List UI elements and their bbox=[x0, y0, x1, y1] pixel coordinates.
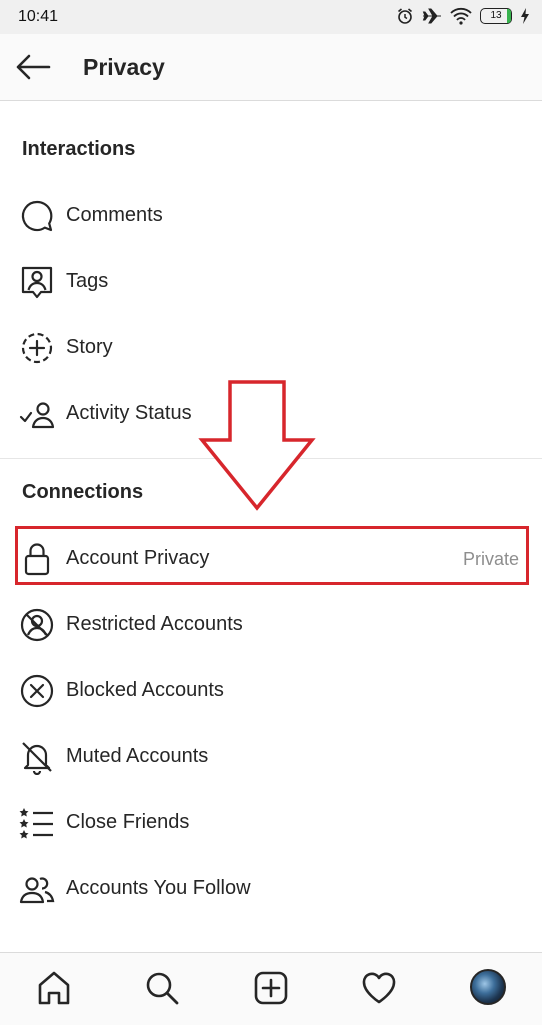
menu-item-restricted-accounts[interactable]: Restricted Accounts bbox=[0, 594, 542, 654]
battery-icon: 13 bbox=[480, 8, 512, 24]
highlight-box bbox=[15, 526, 529, 585]
menu-item-label: Activity Status bbox=[66, 402, 192, 424]
status-bar: 10:41 13 bbox=[0, 0, 542, 34]
menu-item-muted-accounts[interactable]: Muted Accounts bbox=[0, 726, 542, 786]
menu-item-label: Muted Accounts bbox=[66, 745, 209, 767]
section-title-connections: Connections bbox=[22, 481, 144, 503]
new-post-icon[interactable] bbox=[252, 969, 290, 1007]
menu-item-label: Tags bbox=[66, 270, 109, 292]
blocked-icon bbox=[19, 673, 55, 709]
menu-item-accounts-you-follow[interactable]: Accounts You Follow bbox=[0, 858, 542, 918]
alarm-icon bbox=[396, 7, 414, 25]
airplane-icon bbox=[422, 7, 442, 25]
wifi-icon bbox=[450, 7, 472, 25]
menu-item-label: Restricted Accounts bbox=[66, 613, 243, 635]
following-icon bbox=[19, 871, 55, 907]
menu-item-label: Accounts You Follow bbox=[66, 877, 251, 899]
status-time: 10:41 bbox=[18, 8, 59, 25]
activity-status-icon bbox=[19, 396, 55, 432]
search-icon[interactable] bbox=[143, 969, 181, 1007]
menu-item-close-friends[interactable]: Close Friends bbox=[0, 792, 542, 852]
profile-avatar[interactable] bbox=[470, 969, 506, 1005]
tag-person-icon bbox=[19, 264, 55, 300]
menu-item-tags[interactable]: Tags bbox=[0, 251, 542, 311]
menu-item-label: Blocked Accounts bbox=[66, 679, 224, 701]
charging-icon bbox=[520, 8, 530, 24]
menu-item-story[interactable]: Story bbox=[0, 317, 542, 377]
home-icon[interactable] bbox=[35, 969, 73, 1007]
comment-icon bbox=[19, 198, 55, 234]
menu-item-label: Comments bbox=[66, 204, 163, 226]
bottom-nav bbox=[0, 952, 542, 1025]
activity-heart-icon[interactable] bbox=[360, 969, 398, 1007]
page-title: Privacy bbox=[83, 54, 165, 80]
menu-item-label: Close Friends bbox=[66, 811, 190, 833]
header: Privacy bbox=[0, 34, 542, 101]
close-friends-icon bbox=[19, 805, 55, 841]
restricted-icon bbox=[19, 607, 55, 643]
back-arrow-icon[interactable] bbox=[14, 52, 52, 82]
muted-bell-icon bbox=[19, 739, 55, 775]
section-title-interactions: Interactions bbox=[22, 138, 136, 160]
down-arrow-annotation bbox=[198, 380, 316, 512]
status-icons: 13 bbox=[396, 7, 530, 25]
menu-item-label: Story bbox=[66, 336, 113, 358]
menu-item-comments[interactable]: Comments bbox=[0, 185, 542, 245]
menu-item-blocked-accounts[interactable]: Blocked Accounts bbox=[0, 660, 542, 720]
story-plus-icon bbox=[19, 330, 55, 366]
